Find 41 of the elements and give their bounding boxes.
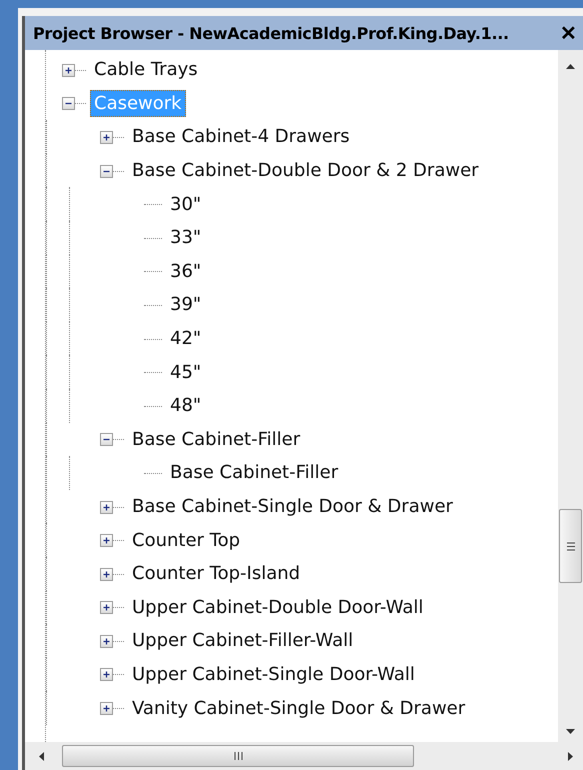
expander-icon[interactable] bbox=[100, 702, 113, 716]
tree-item[interactable]: Base Cabinet-Filler bbox=[128, 426, 304, 453]
tree-item[interactable]: Base Cabinet-Single Door & Drawer bbox=[128, 493, 457, 520]
expander-icon[interactable] bbox=[62, 97, 75, 110]
tree-item[interactable]: Upper Cabinet-Filler-Wall bbox=[128, 627, 358, 654]
tree-item[interactable]: Upper Cabinet-Single Door-Wall bbox=[128, 660, 419, 688]
expander-icon[interactable] bbox=[100, 534, 113, 548]
tree-item[interactable]: 48" bbox=[166, 392, 206, 420]
tree-item[interactable]: Base Cabinet-Filler bbox=[166, 459, 342, 486]
expander-icon[interactable] bbox=[100, 500, 113, 514]
tree-item[interactable]: Counter Top-Island bbox=[128, 560, 304, 588]
window-title: Project Browser - NewAcademicBldg.Prof.King.Day.1... bbox=[33, 24, 509, 42]
tree-item[interactable]: 42" bbox=[166, 325, 206, 352]
tree-item[interactable]: Base Cabinet-4 Drawers bbox=[128, 123, 354, 150]
scrollbar-thumb[interactable] bbox=[559, 509, 582, 583]
tree-item[interactable]: Vanity Cabinet-Single Door & Drawer bbox=[128, 694, 470, 722]
expander-icon[interactable] bbox=[100, 433, 113, 446]
tree-item[interactable]: Counter Top bbox=[128, 526, 244, 554]
expander-icon[interactable] bbox=[100, 668, 113, 682]
tree-item[interactable]: Upper Cabinet-Double Door-Wall bbox=[128, 594, 428, 621]
tree-item[interactable]: Cable Trays bbox=[90, 56, 202, 84]
scroll-left-icon[interactable] bbox=[39, 752, 44, 760]
vertical-scrollbar[interactable] bbox=[558, 50, 583, 742]
horizontal-scrollbar[interactable] bbox=[22, 742, 583, 770]
tree-item[interactable]: 33" bbox=[166, 224, 206, 252]
tree-item[interactable]: 39" bbox=[166, 291, 206, 318]
scroll-down-icon[interactable] bbox=[566, 729, 575, 734]
tree-item[interactable]: 30" bbox=[166, 190, 206, 218]
scroll-right-icon[interactable] bbox=[568, 752, 573, 760]
expander-icon[interactable] bbox=[62, 64, 75, 77]
expander-icon[interactable] bbox=[100, 601, 113, 614]
expander-icon[interactable] bbox=[100, 164, 113, 178]
expander-icon[interactable] bbox=[100, 634, 113, 648]
scroll-up-icon[interactable] bbox=[566, 64, 575, 69]
scrollbar-thumb[interactable] bbox=[62, 745, 414, 767]
tree-item[interactable]: 45" bbox=[166, 358, 206, 386]
tree-item[interactable]: 36" bbox=[166, 258, 206, 285]
tree-item[interactable]: Base Cabinet-Double Door & 2 Drawer bbox=[128, 157, 483, 184]
expander-icon[interactable] bbox=[100, 568, 113, 581]
expander-icon[interactable] bbox=[100, 130, 113, 144]
close-button[interactable]: ✕ bbox=[558, 20, 579, 46]
